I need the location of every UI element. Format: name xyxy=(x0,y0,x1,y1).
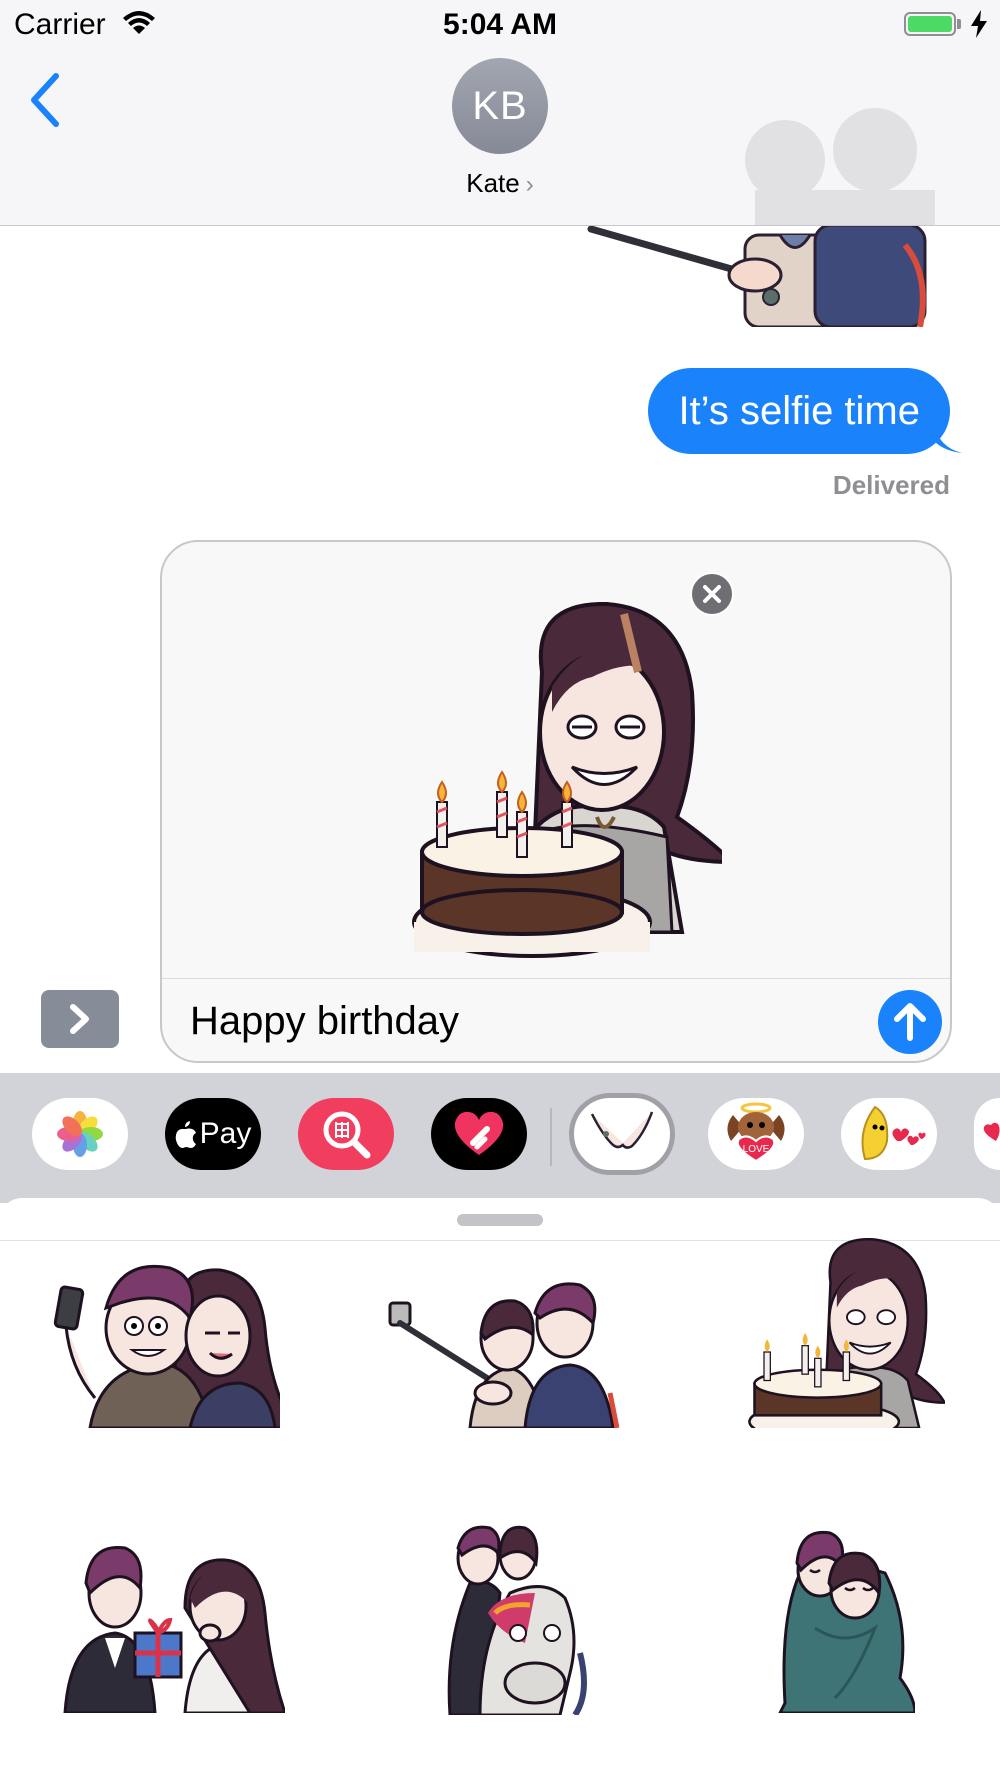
banana-hearts-sticker-app-button[interactable] xyxy=(841,1098,937,1170)
images-search-app-button[interactable] xyxy=(298,1098,394,1170)
app-drawer[interactable]: Pay LOVE xyxy=(0,1073,1000,1203)
avatar[interactable]: KB xyxy=(452,58,548,154)
battery-tip xyxy=(957,19,961,29)
selfie-couple-sticker[interactable] xyxy=(50,1248,280,1428)
banana-hearts-sticker-app-icon xyxy=(861,1105,926,1161)
love-heart-label: LOVE xyxy=(743,1144,770,1155)
scrolled-sticker-ghost xyxy=(745,108,935,225)
dog-angel-sticker-app-icon: LOVE xyxy=(727,1102,785,1163)
close-icon xyxy=(703,585,721,603)
images-search-app-icon xyxy=(323,1111,371,1159)
digital-touch-app-button[interactable] xyxy=(431,1098,527,1170)
digital-touch-heart-icon xyxy=(454,1111,504,1155)
couple-stickers-app-icon xyxy=(590,1111,654,1149)
conversation-header: Carrier 5:04 AM KB Kate › xyxy=(0,0,1000,226)
clock: 5:04 AM xyxy=(443,8,557,41)
expand-apps-button[interactable] xyxy=(41,990,119,1048)
arrow-up-icon xyxy=(894,1003,926,1041)
dog-angel-sticker-app-button[interactable]: LOVE xyxy=(708,1098,804,1170)
chevron-right-icon: › xyxy=(525,171,534,198)
bubble-tail xyxy=(934,423,962,453)
photos-app-button[interactable] xyxy=(32,1098,128,1170)
sent-message-bubble[interactable]: It’s selfie time xyxy=(648,368,950,454)
blanket-hug-sticker[interactable] xyxy=(775,1528,915,1713)
couple-stickers-app-button[interactable] xyxy=(569,1093,675,1175)
sent-message-text: It’s selfie time xyxy=(678,388,920,433)
apple-pay-app-button[interactable]: Pay xyxy=(165,1098,261,1170)
remove-attachment-button[interactable] xyxy=(690,572,734,616)
status-bar: Carrier 5:04 AM xyxy=(0,0,1000,50)
selfie-stick-couple-sticker[interactable] xyxy=(385,1273,625,1428)
gift-couple-sticker[interactable] xyxy=(60,1538,285,1713)
apple-pay-label: Pay xyxy=(199,1117,252,1150)
message-input[interactable] xyxy=(190,990,840,1052)
sent-selfie-sticker[interactable] xyxy=(585,225,945,327)
delivery-receipt: Delivered xyxy=(832,470,950,500)
photos-app-icon xyxy=(57,1111,103,1157)
chevron-right-icon xyxy=(70,1004,89,1034)
compose-field[interactable] xyxy=(160,540,952,1063)
horse-couple-sticker[interactable] xyxy=(440,1523,600,1715)
back-chevron-icon[interactable] xyxy=(26,70,66,130)
sticker-browser[interactable] xyxy=(0,1198,1000,1778)
send-button[interactable] xyxy=(878,990,942,1054)
attached-birthday-sticker[interactable] xyxy=(392,602,722,962)
charging-bolt-icon xyxy=(971,10,987,38)
more-apps-button[interactable] xyxy=(974,1098,1000,1170)
compose-divider xyxy=(162,978,950,979)
drawer-separator xyxy=(550,1108,552,1166)
apple-logo-icon xyxy=(175,1121,196,1148)
contact-name: Kate xyxy=(466,168,520,198)
heart-icon xyxy=(983,1122,1000,1141)
avatar-initials: KB xyxy=(472,83,528,128)
birthday-cake-sticker[interactable] xyxy=(735,1238,945,1428)
battery-icon xyxy=(904,12,956,36)
drawer-grabber-handle[interactable] xyxy=(457,1214,543,1226)
